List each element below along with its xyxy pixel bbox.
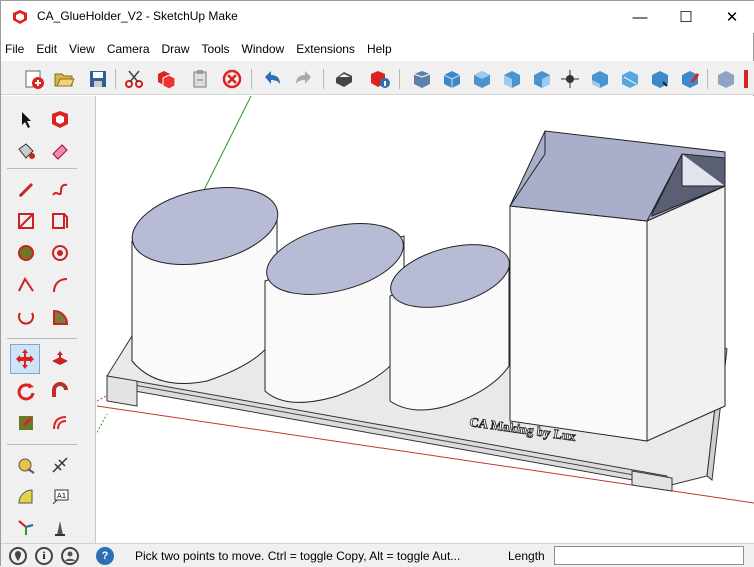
redo-icon[interactable] — [291, 66, 317, 92]
menu-extensions[interactable]: Extensions — [288, 39, 359, 59]
save-icon[interactable] — [85, 66, 111, 92]
rotated-rectangle-icon[interactable] — [45, 206, 75, 236]
menu-bar: File Edit View Camera Draw Tools Window … — [1, 39, 396, 59]
monochrome-icon[interactable] — [713, 66, 739, 92]
menu-help[interactable]: Help — [359, 39, 396, 59]
rotate-icon[interactable] — [11, 376, 41, 406]
pie-icon[interactable] — [45, 302, 75, 332]
paste-icon[interactable] — [187, 66, 213, 92]
two-point-arc-icon[interactable] — [45, 270, 75, 300]
line-icon[interactable] — [11, 174, 41, 204]
credits-icon[interactable]: i — [35, 547, 53, 565]
paint-bucket-icon[interactable] — [11, 136, 41, 166]
window-title: CA_GlueHolder_V2 - SketchUp Make — [37, 9, 238, 23]
x-ray-icon[interactable] — [617, 66, 643, 92]
shaded-icon[interactable] — [647, 66, 673, 92]
menu-camera[interactable]: Camera — [99, 39, 154, 59]
status-bar: i ? Pick two points to move. Ctrl = togg… — [1, 543, 754, 567]
sign-in-icon[interactable] — [61, 547, 79, 565]
model-viewport[interactable]: CA Making by Lux — [97, 96, 754, 543]
menu-view[interactable]: View — [61, 39, 99, 59]
sketchup-logo-icon — [13, 10, 27, 24]
back-view-icon[interactable] — [557, 66, 583, 92]
model-scene: CA Making by Lux — [97, 96, 754, 504]
large-tool-set: A1 — [1, 96, 96, 543]
3d-text-icon[interactable] — [45, 512, 75, 542]
menu-window[interactable]: Window — [234, 39, 289, 59]
green-axis-dashed — [97, 413, 108, 434]
rectangle-icon[interactable] — [11, 206, 41, 236]
eraser-icon[interactable] — [45, 136, 75, 166]
move-icon[interactable] — [10, 344, 40, 374]
print-icon[interactable] — [331, 66, 357, 92]
menu-draw[interactable]: Draw — [154, 39, 194, 59]
section-plane-icon[interactable] — [739, 66, 753, 92]
cut-icon[interactable] — [121, 66, 147, 92]
top-view-icon[interactable] — [469, 66, 495, 92]
offset-icon[interactable] — [45, 408, 75, 438]
textured-icon[interactable] — [677, 66, 703, 92]
close-button[interactable]: ✕ — [709, 1, 754, 33]
open-icon[interactable] — [51, 66, 77, 92]
maximize-button[interactable]: ☐ — [663, 1, 709, 33]
geo-location-icon[interactable] — [9, 547, 27, 565]
select-icon[interactable] — [11, 104, 41, 134]
maximize-icon: ☐ — [679, 9, 693, 26]
text-icon[interactable]: A1 — [45, 482, 75, 512]
protractor-icon[interactable] — [11, 482, 41, 512]
right-view-icon[interactable] — [529, 66, 555, 92]
follow-me-icon[interactable] — [45, 376, 75, 406]
svg-text:A1: A1 — [57, 492, 66, 500]
status-hint: Pick two points to move. Ctrl = toggle C… — [135, 549, 461, 563]
undo-icon[interactable] — [259, 66, 285, 92]
minimize-button[interactable]: — — [617, 1, 663, 33]
zoom-extents-icon[interactable] — [409, 66, 435, 92]
axes-icon[interactable] — [11, 512, 41, 542]
measurement-label: Length — [508, 549, 545, 563]
measurements-input[interactable] — [554, 546, 744, 565]
dimension-icon[interactable] — [45, 450, 75, 480]
tape-measure-icon[interactable] — [11, 450, 41, 480]
polygon-icon[interactable] — [45, 238, 75, 268]
scale-icon[interactable] — [11, 408, 41, 438]
copy-icon[interactable] — [153, 66, 179, 92]
storage-box — [509, 130, 726, 442]
minimize-icon: — — [632, 8, 648, 26]
new-icon[interactable] — [21, 66, 47, 92]
menu-tools[interactable]: Tools — [194, 39, 234, 59]
standard-toolbar — [1, 61, 754, 95]
arc-icon[interactable] — [11, 270, 41, 300]
green-axis — [200, 96, 252, 197]
model-info-icon[interactable] — [367, 66, 393, 92]
push-pull-icon[interactable] — [45, 344, 75, 374]
menu-file[interactable]: File — [1, 39, 28, 59]
iso-view-icon[interactable] — [439, 66, 465, 92]
front-view-icon[interactable] — [499, 66, 525, 92]
glue-cylinder-large — [131, 187, 279, 384]
help-icon[interactable]: ? — [96, 547, 114, 565]
left-view-icon[interactable] — [587, 66, 613, 92]
app-window: CA_GlueHolder_V2 - SketchUp Make — ☐ ✕ F… — [0, 0, 754, 567]
three-point-arc-icon[interactable] — [11, 302, 41, 332]
make-component-icon[interactable] — [45, 104, 75, 134]
freehand-icon[interactable] — [45, 174, 75, 204]
close-icon: ✕ — [725, 9, 739, 26]
erase-icon[interactable] — [219, 66, 245, 92]
menu-edit[interactable]: Edit — [28, 39, 61, 59]
circle-icon[interactable] — [11, 238, 41, 268]
title-bar: CA_GlueHolder_V2 - SketchUp Make — ☐ ✕ — [1, 1, 754, 33]
